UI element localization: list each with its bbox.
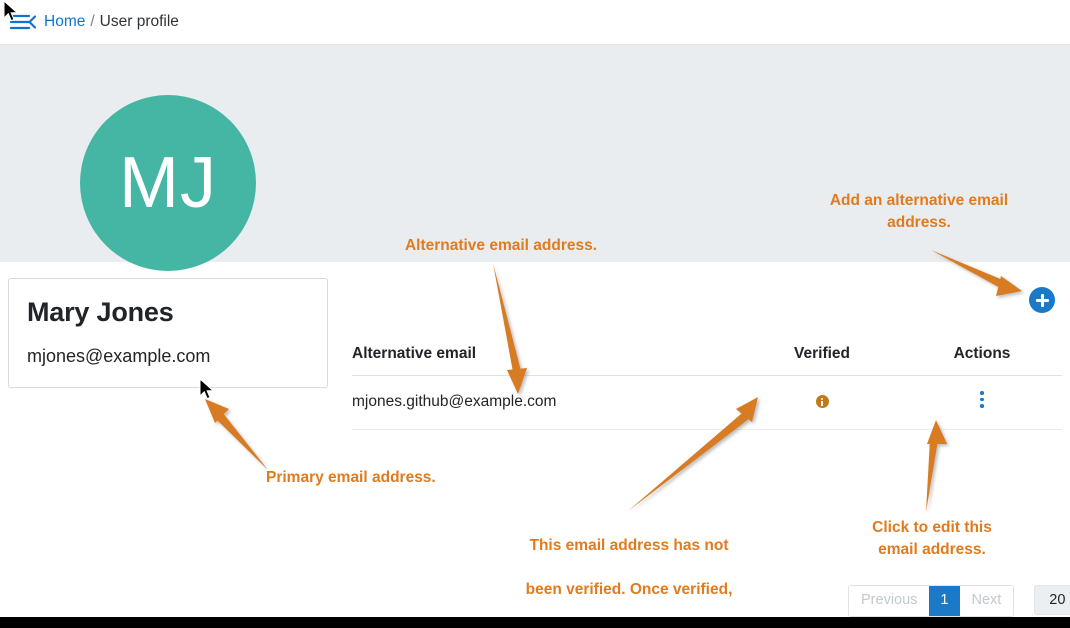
table-header-row: Alternative email Verified Actions (352, 345, 1062, 376)
bottom-edge-strip (0, 617, 1070, 628)
breadcrumb-item-user-profile: User profile (99, 13, 179, 30)
plus-icon-vertical (1040, 293, 1044, 307)
breadcrumb-separator: / (90, 13, 95, 30)
annotation-primary-email: Primary email address. (266, 469, 436, 486)
pagination-page-1-button[interactable]: 1 (929, 586, 960, 616)
annotation-verified-status: This email address has not been verified… (504, 513, 754, 628)
annotation-verified-line2: been verified. Once verified, (525, 581, 733, 598)
cell-alternative-email: mjones.github@example.com (352, 375, 742, 430)
profile-primary-email: mjones@example.com (27, 346, 211, 366)
arrow-to-profile-card (205, 399, 268, 470)
user-profile-page: Home / User profile MJ Mary Jones mjones@e… (0, 0, 1070, 628)
column-header-alternative-email: Alternative email (352, 345, 742, 376)
breadcrumb-item-home[interactable]: Home (44, 13, 85, 30)
top-navigation-bar: Home / User profile (0, 0, 1070, 45)
annotation-alternative-email: Alternative email address. (404, 237, 598, 254)
pager-group: Previous 1 Next (848, 585, 1015, 617)
breadcrumb: Home / User profile (44, 11, 179, 33)
add-alternative-email-button[interactable] (1029, 287, 1055, 313)
arrow-to-kebab-menu (926, 420, 947, 512)
column-header-verified: Verified (742, 345, 902, 376)
pagination-previous-button[interactable]: Previous (849, 586, 930, 616)
profile-card: Mary Jones mjones@example.com (8, 278, 328, 388)
pagination-next-button[interactable]: Next (959, 586, 1014, 616)
alternative-emails-table: Alternative email Verified Actions mjone… (352, 345, 1062, 430)
avatar-initials: MJ (119, 143, 217, 223)
kebab-dot (980, 404, 984, 408)
column-header-actions: Actions (902, 345, 1062, 376)
annotation-edit-action: Click to edit this email address. (872, 519, 992, 558)
table-row: mjones.github@example.com (352, 375, 1062, 430)
profile-name: Mary Jones (27, 297, 174, 327)
pagination: Previous 1 Next 20 (848, 585, 1070, 617)
avatar: MJ (80, 95, 256, 271)
annotation-add-email: Add an alternative email address. (829, 192, 1009, 231)
kebab-dot (980, 391, 984, 395)
cell-verified (742, 375, 902, 430)
annotation-verified-line1: This email address has not (529, 537, 729, 554)
per-page-selector[interactable]: 20 (1034, 585, 1070, 615)
menu-collapse-icon[interactable] (8, 11, 38, 33)
info-circle-icon[interactable] (815, 395, 829, 409)
kebab-dot (980, 397, 984, 401)
kebab-menu-icon[interactable] (974, 389, 990, 410)
cell-actions (902, 375, 1062, 430)
